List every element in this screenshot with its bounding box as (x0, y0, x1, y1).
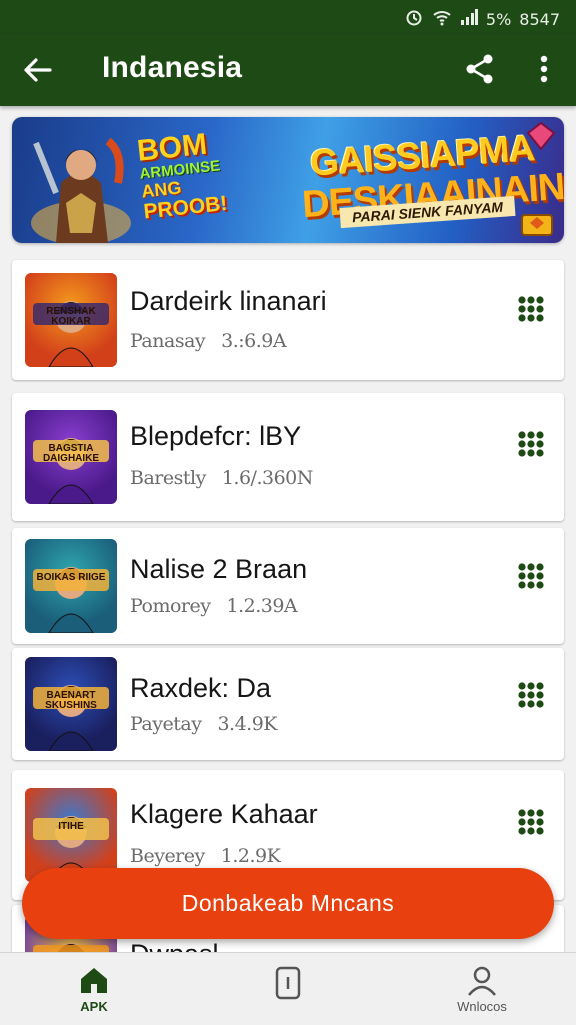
app-size: 3.:6.9A (221, 330, 287, 352)
app-name: Klagere Kahaar (130, 799, 318, 829)
app-thumbnail[interactable]: RENSHAK KOIKAR (25, 273, 117, 367)
app-card[interactable]: BOIKAS RIIGE Nalise 2 Braan Pomorey 1.2.39A (12, 528, 564, 644)
app-meta: Panasay 3.:6.9A (130, 330, 287, 352)
app-category: Beyerey (130, 845, 205, 867)
app-card[interactable]: BAENART SKUSHINS Raxdek: Da Payetay 3.4.9K (12, 648, 564, 760)
share-icon[interactable] (462, 51, 498, 87)
more-options-icon[interactable] (530, 51, 558, 87)
person-icon (468, 966, 496, 996)
app-category: Pomorey (130, 595, 211, 617)
home-icon (81, 968, 107, 993)
app-name: Nalise 2 Braan (130, 554, 308, 584)
alarm-icon (404, 7, 424, 31)
nav-label-apk: APK (80, 999, 108, 1014)
app-thumbnail[interactable]: BAENART SKUSHINS (25, 657, 117, 751)
wifi-icon (432, 8, 452, 30)
bottom-navigation: APK Wnlocos (0, 952, 576, 1025)
app-card[interactable]: BAGSTIA DAIGHAIKE Blepdefcr: lBY Barestly 1… (12, 393, 564, 521)
app-meta: Payetay 3.4.9K (130, 713, 277, 735)
back-arrow-icon[interactable] (20, 52, 56, 88)
grid-menu-icon[interactable] (518, 682, 544, 708)
app-category: Payetay (130, 713, 202, 735)
app-thumbnail-title: BAENART SKUSHINS (45, 690, 97, 711)
app-meta: Beyerey 1.2.9K (130, 845, 281, 867)
status-bar: 5% 8547 (0, 0, 576, 34)
app-category: Barestly (130, 467, 206, 489)
app-name: Raxdek: Da (130, 673, 272, 703)
app-name: Blepdefcr: lBY (130, 421, 302, 451)
banner-left-text: BOM ARMOINSE ANG PROOB! (136, 125, 254, 224)
grid-menu-icon[interactable] (518, 431, 544, 457)
page-title: Indanesia (102, 51, 243, 84)
grid-menu-icon[interactable] (518, 563, 544, 589)
app-meta: Barestly 1.6/.360N (130, 467, 313, 489)
battery-level: 5% (485, 9, 512, 29)
app-size: 3.4.9K (217, 713, 277, 735)
chest-icon (521, 214, 553, 236)
nav-label-downloads: Wnlocos (457, 999, 507, 1014)
app-artwork-icon (33, 567, 109, 633)
gem-icon (526, 121, 556, 151)
grid-menu-icon[interactable] (518, 296, 544, 322)
app-category: Panasay (130, 330, 206, 352)
app-name: Dardeirk linanari (130, 286, 327, 316)
app-thumbnail[interactable]: BOIKAS RIIGE (25, 539, 117, 633)
phone-icon (275, 966, 301, 1000)
app-size: 1.6/.360N (221, 467, 314, 489)
grid-menu-icon[interactable] (518, 809, 544, 835)
app-thumbnail-title: BOIKAS RIIGE (36, 572, 106, 583)
app-thumbnail[interactable]: BAGSTIA DAIGHAIKE (25, 410, 117, 504)
download-button[interactable]: Donbakeab Mncans (22, 868, 554, 939)
app-size: 1.2.39A (226, 595, 298, 617)
app-card[interactable]: RENSHAK KOIKAR Dardeirk linanari Panasay 3.… (12, 260, 564, 380)
app-thumbnail-title: RENSHAK KOIKAR (46, 306, 96, 327)
app-meta: Pomorey 1.2.39A (130, 595, 298, 617)
hero-character-image (31, 137, 131, 243)
nav-item-apk[interactable]: APK (34, 953, 154, 1025)
promo-banner[interactable]: BOM ARMOINSE ANG PROOB! GAISSIAPMA DESKI… (12, 117, 564, 243)
app-size: 1.2.9K (220, 845, 281, 867)
app-thumbnail-title: ITIHE (58, 821, 84, 832)
nav-item-phone[interactable] (228, 953, 348, 1025)
signal-icon (460, 9, 478, 29)
app-bar: Indanesia (0, 34, 576, 106)
nav-item-downloads[interactable]: Wnlocos (422, 953, 542, 1025)
clock: 8547 (519, 9, 560, 29)
app-thumbnail-title: BAGSTIA DAIGHAIKE (42, 443, 100, 464)
